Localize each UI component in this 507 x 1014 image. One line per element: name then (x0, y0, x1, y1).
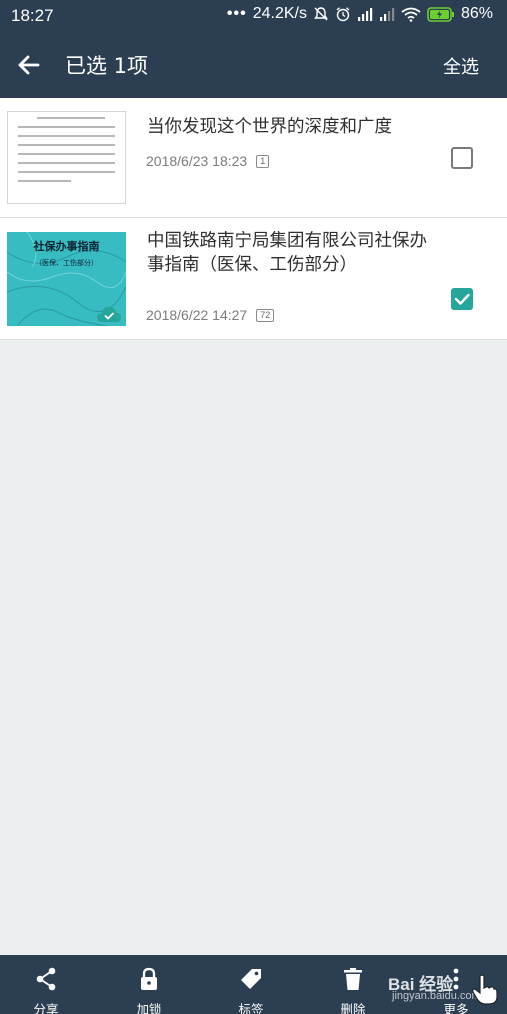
delete-button[interactable]: 删除 (318, 955, 388, 1014)
wifi-icon (401, 7, 421, 22)
lock-label: 加锁 (136, 1002, 162, 1014)
document-list: 当你发现这个世界的深度和广度 2018/6/23 18:23 1 社保办事指南 … (0, 98, 507, 340)
alarm-clock-icon (336, 7, 350, 22)
item-meta: 2018/6/22 14:27 72 (146, 307, 275, 323)
status-time: 18:27 (11, 6, 54, 25)
check-icon (454, 293, 470, 305)
page-title: 已选 1项 (65, 54, 149, 78)
page-count-badge: 72 (256, 308, 275, 322)
list-item[interactable]: 当你发现这个世界的深度和广度 2018/6/23 18:23 1 (0, 98, 507, 218)
battery-icon (427, 6, 454, 22)
notification-dots: ••• (226, 5, 247, 22)
lock-icon (141, 967, 157, 990)
share-button[interactable]: 分享 (11, 955, 81, 1014)
item-checkbox[interactable] (451, 288, 473, 310)
cloud-check-icon (97, 307, 121, 322)
item-date: 2018/6/22 14:27 (146, 307, 248, 323)
item-checkbox[interactable] (451, 147, 473, 169)
status-bar: 18:27 ••• 24.2K/s 86% (0, 0, 507, 32)
item-date: 2018/6/23 18:23 (146, 153, 248, 169)
mute-bell-icon (314, 7, 328, 21)
text-page-preview (18, 117, 115, 182)
status-icons: ••• 24.2K/s 86% (227, 5, 493, 23)
document-thumbnail: 社保办事指南 （医保、工伤部分） (7, 232, 126, 326)
tag-label: 标签 (238, 1002, 264, 1014)
trash-icon (344, 968, 362, 990)
item-meta: 2018/6/23 18:23 1 (146, 153, 270, 169)
item-title: 当你发现这个世界的深度和广度 (147, 117, 392, 137)
delete-label: 删除 (340, 1002, 366, 1014)
tag-icon (241, 969, 261, 989)
list-item[interactable]: 社保办事指南 （医保、工伤部分） 中国铁路南宁局集团有限公司社保办事指南（医保、… (0, 218, 507, 340)
page-count-badge: 1 (256, 154, 270, 168)
hand-pointer-icon (472, 974, 498, 1005)
select-all-button[interactable]: 全选 (443, 53, 479, 79)
lock-button[interactable]: 加锁 (114, 955, 184, 1014)
document-thumbnail (7, 111, 126, 204)
back-button[interactable] (14, 50, 46, 80)
item-title: 中国铁路南宁局集团有限公司社保办事指南（医保、工伤部分） (147, 231, 427, 275)
tag-button[interactable]: 标签 (216, 955, 286, 1014)
app-bar: 已选 1项 全选 (0, 32, 507, 98)
arrow-left-icon (18, 55, 40, 75)
baidu-watermark-url: jingyan.baidu.com (392, 990, 481, 1002)
cover-subtitle: （医保、工伤部分） (35, 259, 98, 267)
share-icon (36, 967, 56, 991)
signal-icon (357, 8, 373, 21)
share-label: 分享 (33, 1002, 59, 1014)
signal-icon-2 (379, 8, 395, 21)
battery-percent: 86% (460, 5, 493, 22)
cover-title: 社保办事指南 (33, 240, 100, 253)
network-speed: 24.2K/s (252, 5, 307, 22)
